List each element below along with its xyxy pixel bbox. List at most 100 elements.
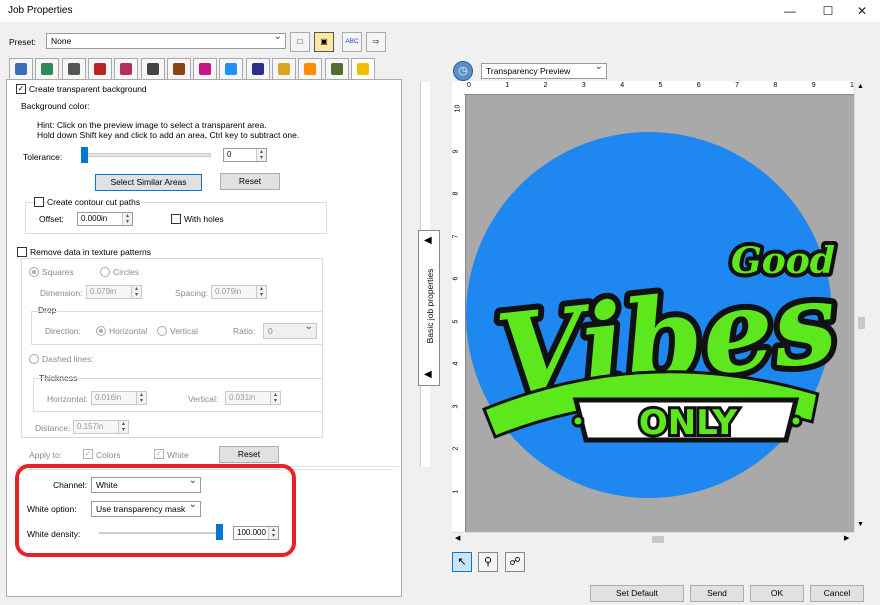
title-bar: Job Properties — ☐ ✕ <box>0 0 880 22</box>
dashed-lines-label: Dashed lines: <box>42 354 94 364</box>
tab-10[interactable] <box>245 58 270 79</box>
arrow-pointer-icon[interactable]: ↖ <box>452 552 472 572</box>
dashed-lines-radio[interactable] <box>29 354 39 364</box>
hint-text-1: Hint: Click on the preview image to sele… <box>37 120 267 130</box>
thickness-horizontal-label: Horizontal: <box>47 394 88 404</box>
tab-icon <box>330 63 343 75</box>
tab-1[interactable] <box>9 58 33 79</box>
tab-icon <box>356 63 369 75</box>
tab-11[interactable] <box>272 58 296 79</box>
ruler-tick-label: 6 <box>452 276 460 281</box>
distance-input[interactable]: 0.157in <box>73 420 129 434</box>
ruler-tick-label: 2 <box>543 82 548 89</box>
preview-mode-select[interactable]: Transparency Preview <box>481 63 607 79</box>
tab-3[interactable] <box>61 58 86 79</box>
ruler-tick-label: 7 <box>735 82 739 89</box>
apply-colors-checkbox[interactable]: ✓ <box>83 449 93 459</box>
cancel-button[interactable]: Cancel <box>810 585 864 602</box>
background-color-label: Background color: <box>21 101 90 111</box>
ruler-tick-label: 6 <box>696 82 701 89</box>
ruler-tick-label: 7 <box>452 234 460 238</box>
tab-icon <box>15 63 27 75</box>
basic-job-properties-toggle[interactable]: ◀ Basic job properties ◀ <box>418 230 440 386</box>
tab-4[interactable] <box>87 58 112 79</box>
close-button[interactable]: ✕ <box>854 3 870 19</box>
minimize-button[interactable]: — <box>782 3 798 19</box>
dimension-label: Dimension: <box>40 288 83 298</box>
ruler-tick-label: 5 <box>658 82 663 89</box>
tab-12[interactable] <box>298 58 323 79</box>
tab-icon <box>304 63 317 75</box>
preset-select[interactable]: None <box>46 33 286 49</box>
thickness-horizontal-input[interactable]: 0.016in <box>91 391 147 405</box>
circles-radio[interactable] <box>100 267 110 277</box>
set-default-button[interactable]: Set Default <box>590 585 684 602</box>
horizontal-radio[interactable] <box>96 326 106 336</box>
tab-8[interactable] <box>193 58 218 79</box>
maximize-button[interactable]: ☐ <box>820 3 836 19</box>
tab-6[interactable] <box>140 58 165 79</box>
tab-icon <box>172 63 185 75</box>
tab-icon <box>67 63 80 75</box>
thickness-vertical-label: Vertical: <box>188 394 219 404</box>
basic-job-properties-label: Basic job properties <box>425 268 435 344</box>
zoom-fit-icon[interactable]: ☍ <box>505 552 525 572</box>
ok-button[interactable]: OK <box>750 585 804 602</box>
remove-texture-checkbox[interactable] <box>17 247 27 257</box>
save-as-icon[interactable]: ▣ <box>314 32 334 52</box>
vertical-scroll-thumb[interactable] <box>858 317 865 329</box>
thickness-vertical-input[interactable]: 0.031in <box>225 391 281 405</box>
ruler-tick-label: 3 <box>452 404 460 408</box>
ruler-tick-label: 10 <box>454 104 462 113</box>
save-icon[interactable]: □ <box>290 32 310 52</box>
preview-canvas[interactable]: Good Vibes ONLY <box>466 95 854 532</box>
tolerance-input[interactable]: 0 <box>223 148 267 162</box>
reset-button-top[interactable]: Reset <box>220 173 280 190</box>
create-transparent-checkbox[interactable]: ✓ <box>16 84 26 94</box>
distance-label: Distance: <box>35 423 71 433</box>
send-button[interactable]: Send <box>690 585 744 602</box>
ruler-tick-label: 5 <box>452 319 460 323</box>
apply-colors-label: Colors <box>96 450 121 460</box>
ruler-tick-label: 4 <box>620 82 625 89</box>
tolerance-slider-thumb[interactable] <box>81 147 88 163</box>
select-similar-areas-button[interactable]: Select Similar Areas <box>95 174 202 191</box>
tab-icon <box>120 63 133 75</box>
with-holes-checkbox[interactable] <box>171 214 181 224</box>
preview-vertical-scrollbar[interactable]: ▲ ▼ <box>854 81 868 532</box>
window-title: Job Properties <box>8 5 73 16</box>
horizontal-label: Horizontal <box>109 326 148 336</box>
artwork: Good Vibes ONLY <box>466 132 849 498</box>
tab-icon <box>278 63 290 75</box>
contour-cut-checkbox[interactable] <box>34 197 44 207</box>
ruler-tick-label: 8 <box>773 82 778 89</box>
tab-icon <box>93 63 106 75</box>
import-icon[interactable]: ⇨ <box>366 32 386 52</box>
horizontal-scroll-thumb[interactable] <box>652 536 664 543</box>
spacing-input[interactable]: 0.079in <box>211 285 267 299</box>
tab-14[interactable] <box>350 58 375 80</box>
spellcheck-icon[interactable]: ABC <box>342 32 362 52</box>
apply-white-checkbox[interactable]: ✓ <box>154 449 164 459</box>
tab-7[interactable] <box>166 58 191 79</box>
preview-horizontal-scrollbar[interactable]: ◀ ▶ <box>452 532 854 546</box>
tab-2[interactable] <box>35 58 60 79</box>
spacing-label: Spacing: <box>175 288 209 298</box>
offset-label: Offset: <box>39 214 64 224</box>
offset-input[interactable]: 0.000in <box>77 212 133 226</box>
vertical-radio[interactable] <box>157 326 167 336</box>
squares-radio[interactable] <box>29 267 39 277</box>
tab-5[interactable] <box>114 58 139 79</box>
tolerance-slider-track[interactable] <box>81 153 211 157</box>
tab-9[interactable] <box>219 58 244 79</box>
ruler-tick-label: 0 <box>467 82 471 89</box>
tab-13[interactable] <box>324 58 349 79</box>
preview-refresh-icon[interactable]: ◷ <box>453 61 473 81</box>
ruler-tick-label: 3 <box>581 82 586 89</box>
tab-icon <box>251 63 264 75</box>
horizontal-ruler: 012345678910 <box>464 81 858 95</box>
zoom-icon[interactable]: ⚲ <box>478 552 498 572</box>
ratio-select[interactable]: 0 <box>263 323 317 339</box>
reset-button-texture[interactable]: Reset <box>219 446 279 463</box>
dimension-input[interactable]: 0.079in <box>86 285 142 299</box>
